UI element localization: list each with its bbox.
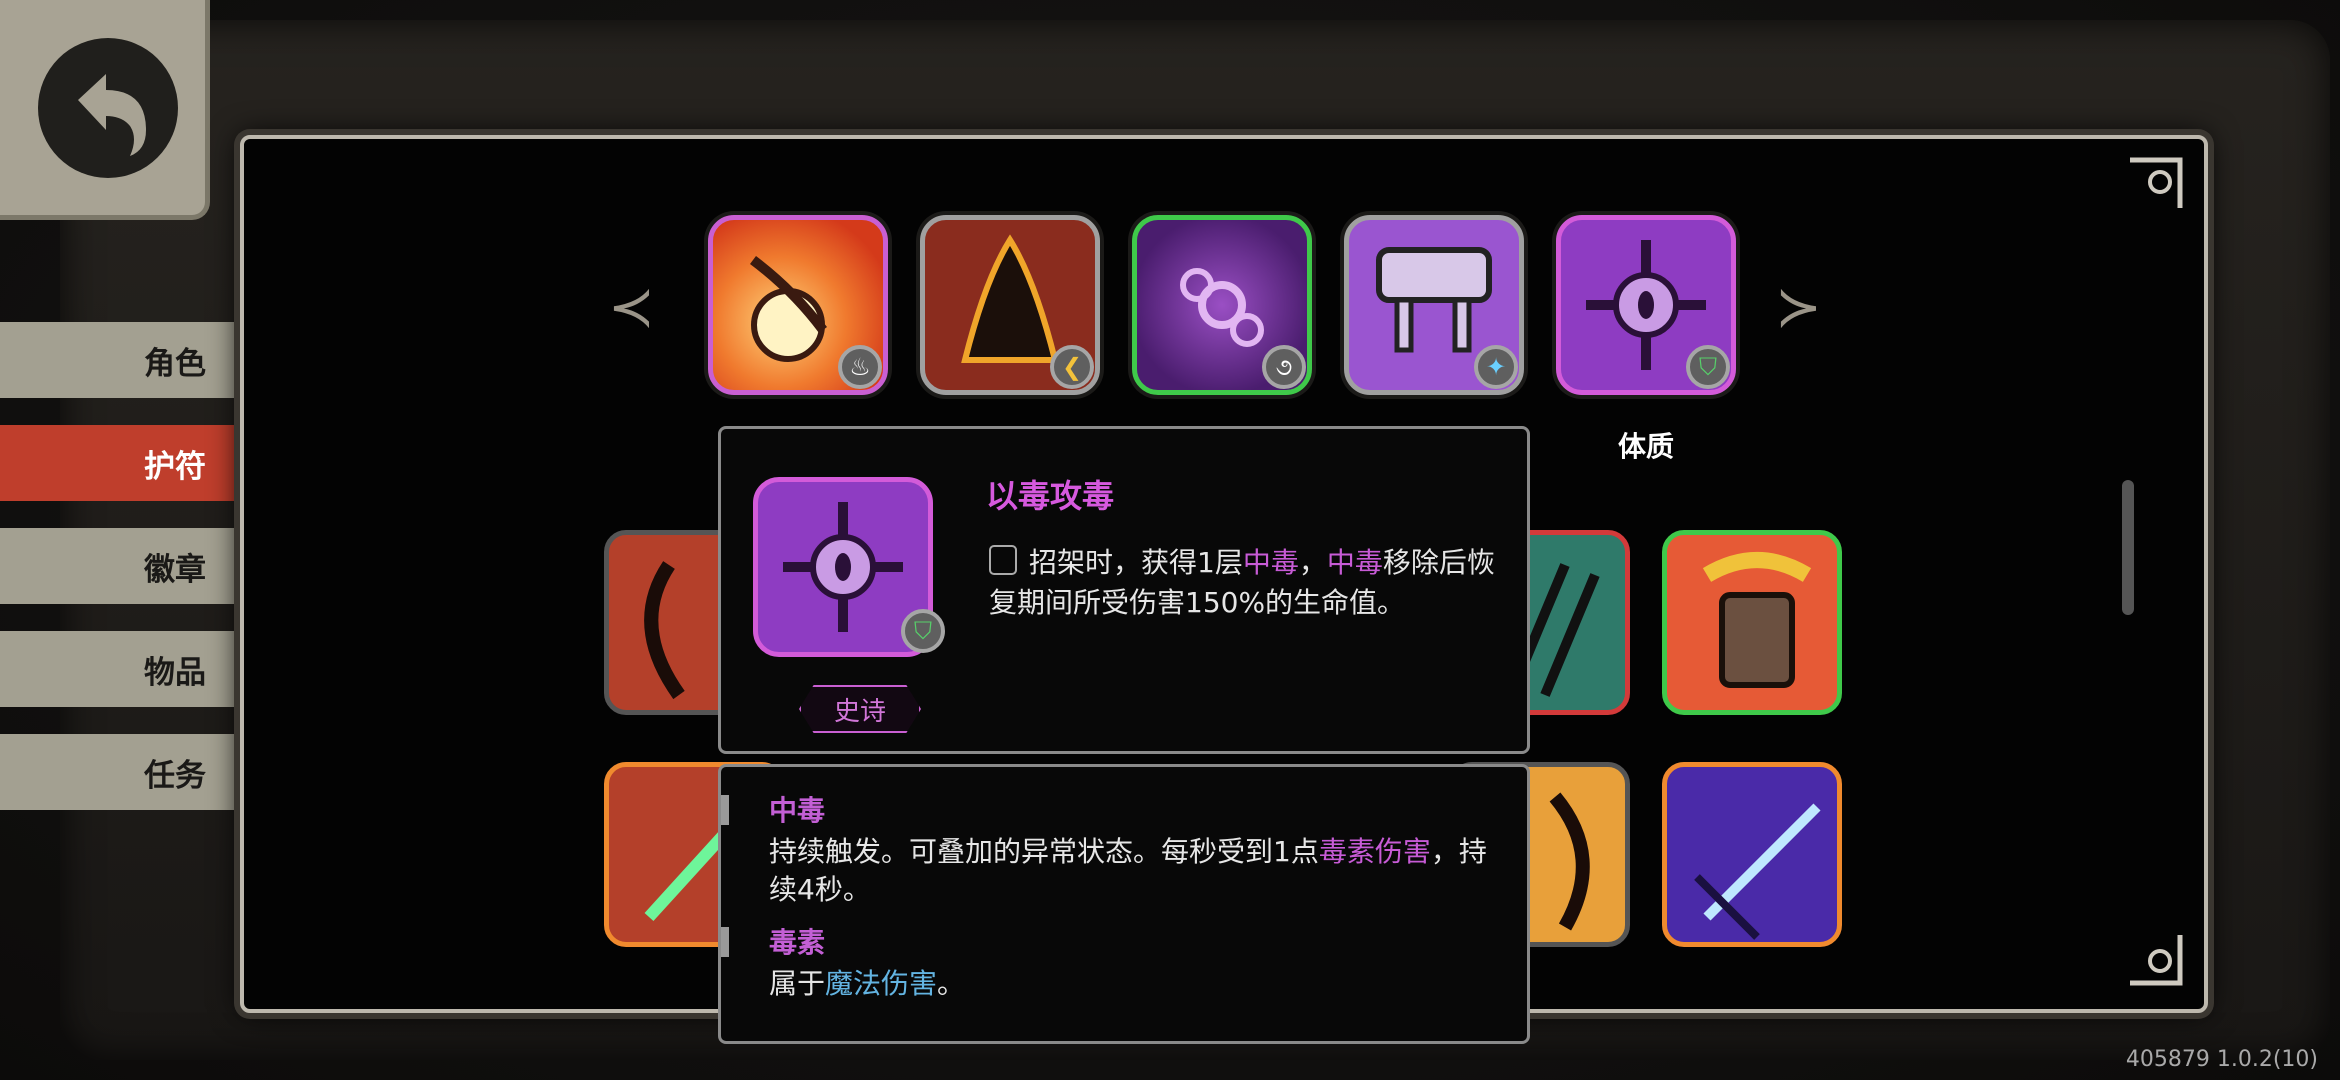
- desc-text: ，: [1298, 546, 1327, 579]
- keyword-text-part: 属于: [769, 967, 826, 1000]
- back-button[interactable]: [0, 0, 210, 220]
- category-label: 体质: [1617, 430, 1674, 463]
- version-label: 405879 1.0.2(10): [2125, 1047, 2318, 1072]
- charm-icon: [1694, 803, 1821, 940]
- star-icon: ✦: [1474, 345, 1518, 389]
- shield-icon: ⛉: [901, 609, 945, 653]
- keyword-panel: 中毒 持续触发。可叠加的异常状态。每秒受到1点毒素伤害，持续4秒。 毒素 属于魔…: [718, 764, 1530, 1044]
- keyword-marker: [721, 795, 729, 825]
- keyword-text-part: 持续触发。可叠加的异常状态。每秒受到1点: [769, 835, 1319, 868]
- shield-icon: ⛉: [1686, 345, 1730, 389]
- scrollbar[interactable]: [2122, 480, 2134, 615]
- keyword-magic-damage[interactable]: 魔法伤害: [825, 967, 937, 1000]
- charm-tooltip: ⛉ 以毒攻毒 招架时，获得1层中毒，中毒移除后恢复期间所受伤害150%的生命值。…: [718, 426, 1530, 754]
- corner-ornament-icon: [2130, 157, 2183, 208]
- desc-text: 招架时，获得1层: [1029, 546, 1243, 579]
- keyword-poison[interactable]: 中毒: [1327, 546, 1383, 579]
- keyword-text: 属于魔法伤害。: [769, 965, 1489, 1003]
- swirl-icon: ૭: [1262, 345, 1306, 389]
- corner-ornament-icon: [2130, 935, 2183, 986]
- keyword-title: 毒素: [769, 926, 826, 959]
- rarity-badge: 史诗: [799, 685, 921, 733]
- chevron-left-icon: ❮: [1050, 345, 1094, 389]
- next-arrow-icon[interactable]: ≻: [1775, 275, 1822, 340]
- keyword-title: 中毒: [769, 794, 826, 827]
- keyword-toxin-damage[interactable]: 毒素伤害: [1319, 835, 1431, 868]
- charm-description: 招架时，获得1层中毒，中毒移除后恢复期间所受伤害150%的生命值。: [989, 543, 1509, 623]
- keyword-text: 持续触发。可叠加的异常状态。每秒受到1点毒素伤害，持续4秒。: [769, 833, 1489, 909]
- charm-slot[interactable]: [1662, 530, 1842, 715]
- keyword-poison[interactable]: 中毒: [1243, 546, 1299, 579]
- shield-icon: [989, 545, 1017, 575]
- charm-slot[interactable]: [1662, 762, 1842, 947]
- flame-icon: ♨: [838, 345, 882, 389]
- keyword-text-part: 。: [937, 967, 966, 1000]
- prev-arrow-icon[interactable]: ≺: [608, 275, 655, 340]
- charm-title: 以毒攻毒: [986, 477, 1115, 515]
- keyword-marker: [721, 927, 729, 957]
- back-arrow-icon: [38, 38, 178, 178]
- charm-icon: [1702, 552, 1812, 688]
